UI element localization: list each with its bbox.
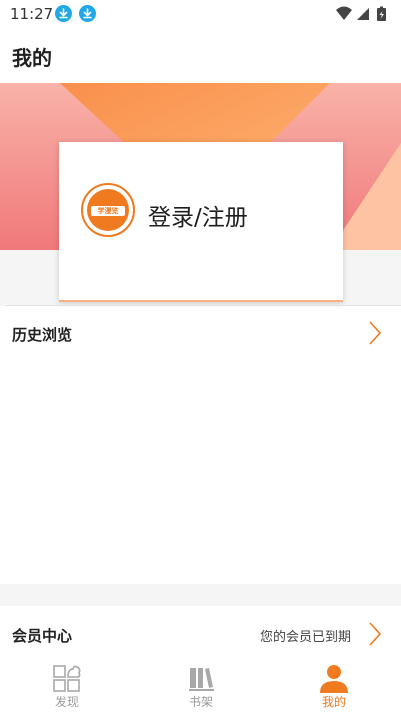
member-status-text: 您的会员已到期 [259, 630, 351, 645]
history-browse-label: 历史浏览 [12, 326, 73, 344]
chevron-right-icon [369, 622, 382, 650]
chevron-right-icon [369, 321, 382, 349]
tab-mine-label: 我的 [321, 695, 346, 709]
member-center-row[interactable]: 会员中心 您的会员已到期 [0, 614, 401, 654]
tab-discover[interactable]: 发现 [0, 658, 134, 713]
status-bar: 11:27 [0, 0, 401, 28]
login-card[interactable]: 学漫览 登录/注册 [59, 142, 343, 302]
status-time: 11:27 [10, 5, 54, 23]
bookshelf-icon [186, 663, 216, 693]
divider [6, 305, 401, 306]
system-status-icons [335, 5, 391, 23]
logo-text: 学漫览 [91, 206, 125, 216]
app-logo: 学漫览 [81, 183, 135, 237]
history-browse-row[interactable]: 历史浏览 [0, 313, 401, 353]
download-notification-icon [55, 5, 72, 22]
battery-icon [377, 6, 386, 21]
login-register-link[interactable]: 登录/注册 [148, 198, 248, 232]
section-separator [0, 584, 401, 606]
bottom-tab-bar: 发现 书架 我的 [0, 658, 401, 713]
wifi-icon [336, 6, 352, 20]
page-title: 我的 [12, 46, 52, 70]
tab-mine[interactable]: 我的 [267, 658, 401, 713]
tab-bookshelf[interactable]: 书架 [134, 658, 268, 713]
profile-person-icon [319, 663, 349, 693]
discover-grid-icon [52, 663, 82, 693]
download-notification-icon [79, 5, 96, 22]
signal-icon [357, 8, 369, 20]
tab-bookshelf-label: 书架 [188, 695, 213, 709]
member-center-label: 会员中心 [12, 627, 73, 645]
tab-discover-label: 发现 [54, 695, 79, 709]
